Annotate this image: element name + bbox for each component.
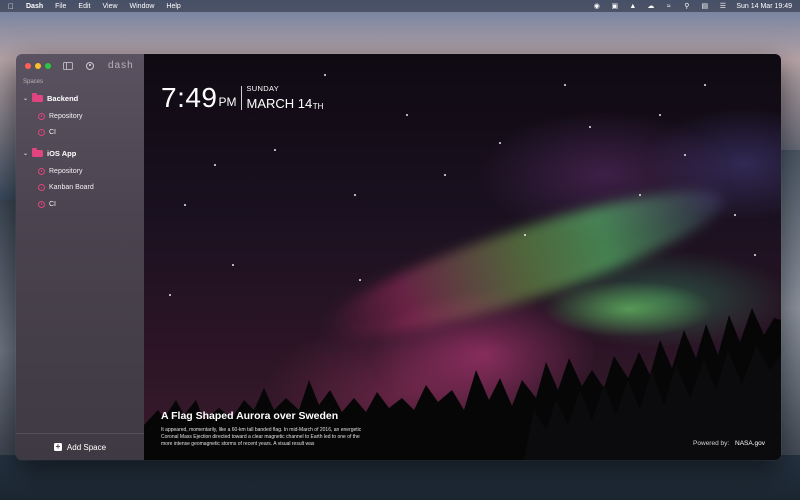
desktop-background-right <box>778 150 800 500</box>
account-icon[interactable] <box>86 62 94 70</box>
link-icon <box>38 112 45 120</box>
spaces-section-label: Spaces <box>23 79 44 85</box>
sidebar-item-label: Kanban Board <box>49 184 94 192</box>
menu-edit[interactable]: Edit <box>78 3 90 10</box>
link-icon <box>38 184 45 192</box>
photo-title: A Flag Shaped Aurora over Sweden <box>161 410 339 422</box>
menu-window[interactable]: Window <box>130 3 155 10</box>
dashboard-background: 7:49 PM SUNDAY MARCH 14 TH A Flag Shaped… <box>144 54 781 460</box>
close-button[interactable] <box>25 63 31 69</box>
sidebar-item-label: Repository <box>49 112 83 120</box>
menu-bar:  Dash File Edit View Window Help ◉ ▣ ▲ … <box>0 0 800 12</box>
sidebar: dash Spaces ⌄ Backend Repository CI ⌄ iO… <box>16 54 144 460</box>
space-items-ios-app: Repository Kanban Board CI <box>16 163 144 213</box>
clock-weekday: SUNDAY <box>246 84 279 93</box>
menu-help[interactable]: Help <box>166 3 180 10</box>
desktop-sea <box>0 455 800 500</box>
link-icon <box>38 200 45 208</box>
add-space-label: Add Space <box>66 442 107 452</box>
chevron-down-icon[interactable]: ⌄ <box>23 95 32 102</box>
sidebar-item-label: CI <box>49 200 56 208</box>
powered-by-label: Powered by: <box>693 440 730 447</box>
clock-date: SUNDAY MARCH 14 TH <box>247 83 324 111</box>
sidebar-item-kanban-board[interactable]: Kanban Board <box>16 180 144 197</box>
clock-ampm: PM <box>218 95 237 109</box>
screen-icon[interactable]: ▣ <box>610 3 619 10</box>
menu-view[interactable]: View <box>102 3 117 10</box>
clock-divider <box>240 86 242 110</box>
sidebar-item-label: Repository <box>49 167 83 175</box>
powered-by: Powered by: NASA.gov <box>693 440 765 447</box>
sidebar-item-repository[interactable]: Repository <box>16 108 144 125</box>
powered-by-source-link[interactable]: NASA.gov <box>735 440 765 447</box>
add-space-button[interactable]: + Add Space <box>16 433 144 460</box>
wifi-icon[interactable]: ≈ <box>664 3 673 10</box>
clock-time: 7:49 <box>161 82 218 113</box>
app-brand: dash <box>108 60 134 71</box>
chevron-down-icon[interactable]: ⌄ <box>23 150 32 157</box>
app-window: dash Spaces ⌄ Backend Repository CI ⌄ iO… <box>16 54 781 460</box>
clock-widget: 7:49 PM SUNDAY MARCH 14 TH <box>161 83 323 113</box>
sidebar-item-label: CI <box>49 129 56 137</box>
apple-icon[interactable]:  <box>8 2 18 11</box>
creative-cloud-icon[interactable]: ◉ <box>592 3 601 10</box>
clock-date-suffix: TH <box>312 102 324 111</box>
space-name: iOS App <box>47 148 77 158</box>
space-ios-app[interactable]: ⌄ iOS App <box>16 146 144 160</box>
plus-icon: + <box>53 442 62 451</box>
clock-month-day: MARCH 14 TH <box>247 96 324 111</box>
folder-icon <box>32 93 43 102</box>
folder-icon <box>32 148 43 157</box>
clock-date-text: MARCH 14 <box>246 96 313 111</box>
menu-app-name[interactable]: Dash <box>26 3 43 10</box>
zoom-button[interactable] <box>45 63 51 69</box>
space-backend[interactable]: ⌄ Backend <box>16 91 144 105</box>
control-center-icon[interactable]: ▤ <box>700 3 709 10</box>
sidebar-item-ci[interactable]: CI <box>16 196 144 213</box>
space-items-backend: Repository CI <box>16 108 144 141</box>
menu-datetime[interactable]: Sun 14 Mar 19:49 <box>736 3 792 10</box>
sidebar-toggle-icon[interactable] <box>63 62 73 70</box>
link-icon <box>38 167 45 175</box>
docker-icon[interactable]: ▲ <box>628 3 637 10</box>
search-icon[interactable]: ⚲ <box>682 3 691 10</box>
notification-icon[interactable]: ☰ <box>718 3 727 10</box>
link-icon <box>38 129 45 137</box>
menu-file[interactable]: File <box>55 3 66 10</box>
titlebar: dash <box>16 54 144 78</box>
cloud-icon[interactable]: ☁ <box>646 3 655 10</box>
sidebar-item-repository[interactable]: Repository <box>16 163 144 180</box>
photo-caption: It appeared, momentarily, like a 60-km t… <box>161 427 362 447</box>
space-name: Backend <box>47 93 79 103</box>
sidebar-item-ci[interactable]: CI <box>16 125 144 142</box>
minimize-button[interactable] <box>35 63 41 69</box>
